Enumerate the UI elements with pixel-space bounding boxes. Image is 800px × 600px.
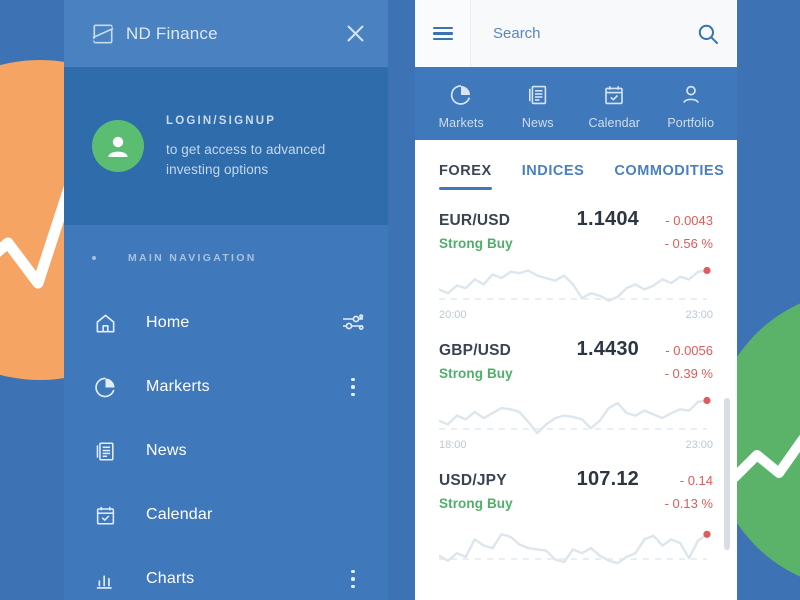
person-icon (679, 81, 703, 107)
quote-row[interactable]: EUR/USD 1.1404 - 0.0043 Strong Buy - 0.5… (415, 208, 737, 338)
kebab-menu-icon[interactable] (342, 569, 364, 589)
sidebar-item-label: Markerts (146, 378, 210, 395)
sparkline-svg (437, 266, 711, 302)
login-title: LOGIN/SIGNUP (166, 114, 277, 127)
sparkline-chart: 20:00 23:00 (437, 261, 713, 321)
sidebar-item-markets[interactable]: Markerts (64, 355, 388, 419)
bullet-icon (92, 256, 96, 260)
quote-row[interactable]: USD/JPY 107.12 - 0.14 Strong Buy - 0.13 … (415, 468, 737, 598)
quote-change: - 0.0043 (665, 213, 713, 228)
content-panel: FOREX INDICES COMMODITIES EUR/USD 1.1404… (415, 140, 737, 600)
app-screen: ND Finance LOGIN/SIGNUP to get access to… (0, 0, 800, 600)
sparkline-chart: 18:00 23:00 (437, 391, 713, 451)
user-avatar-icon (92, 120, 144, 172)
tab-label: Markets (438, 116, 484, 130)
quote-percent: - 0.13 % (664, 496, 713, 511)
sparkline-time-start: 18:00 (439, 439, 467, 451)
pie-chart-icon (449, 81, 473, 107)
quote-list: EUR/USD 1.1404 - 0.0043 Strong Buy - 0.5… (415, 202, 737, 598)
top-bar (415, 0, 737, 67)
quote-symbol: EUR/USD (439, 212, 511, 229)
sidebar-item-label: Calendar (146, 506, 213, 523)
quote-percent: - 0.39 % (664, 366, 713, 381)
sidebar-item-label: Charts (146, 570, 195, 587)
search-bar (471, 0, 737, 67)
right-panel: Markets News (415, 0, 737, 600)
sparkline-time-end: 23:00 (685, 439, 713, 451)
login-text-block: LOGIN/SIGNUP to get access to advanced i… (166, 113, 325, 180)
search-input[interactable] (493, 25, 695, 42)
quote-secondary-line: Strong Buy - 0.13 % (439, 496, 713, 511)
sparkline-chart (437, 521, 713, 581)
tab-commodities[interactable]: COMMODITIES (614, 140, 724, 202)
quote-price: 1.1404 (576, 208, 639, 230)
quote-change: - 0.14 (679, 473, 713, 488)
tab-label: News (521, 116, 554, 130)
vertical-scrollbar[interactable] (724, 398, 730, 550)
main-navigation: MAIN NAVIGATION Home Markerts News Calen… (64, 225, 388, 600)
tab-indices[interactable]: INDICES (522, 140, 585, 202)
sidebar-header: ND Finance (64, 0, 388, 67)
sidebar-item-charts[interactable]: Charts (64, 547, 388, 600)
sparkline-time-end: 23:00 (685, 309, 713, 321)
close-icon[interactable] (342, 21, 368, 47)
sidebar-item-label: Home (146, 314, 190, 331)
newspaper-icon (92, 440, 118, 463)
calendar-check-icon (602, 81, 626, 107)
nd-logo-icon (92, 23, 114, 44)
quote-row[interactable]: GBP/USD 1.4430 - 0.0056 Strong Buy - 0.3… (415, 338, 737, 468)
pie-chart-icon (92, 376, 118, 399)
nav-section-caption: MAIN NAVIGATION (64, 225, 388, 291)
calendar-check-icon (92, 504, 118, 527)
quote-price: 1.4430 (576, 338, 639, 360)
quote-primary-line: EUR/USD 1.1404 - 0.0043 (439, 208, 713, 231)
quote-symbol: USD/JPY (439, 472, 507, 489)
sparkline-svg (437, 396, 711, 435)
quote-percent: - 0.56 % (664, 236, 713, 251)
quote-secondary-line: Strong Buy - 0.39 % (439, 366, 713, 381)
tab-label: Portfolio (667, 116, 715, 130)
login-subtitle-line1: to get access to advanced (166, 141, 326, 157)
hamburger-menu-icon[interactable] (415, 0, 471, 67)
quote-primary-line: USD/JPY 107.12 - 0.14 (439, 468, 713, 491)
sliders-icon[interactable] (342, 314, 364, 332)
decorative-zigzag-right (735, 435, 800, 482)
quote-secondary-line: Strong Buy - 0.56 % (439, 236, 713, 251)
quote-symbol: GBP/USD (439, 342, 512, 359)
tab-news[interactable]: News (500, 67, 577, 140)
sparkline-time-start: 20:00 (439, 309, 467, 321)
sparkline-axis-labels: 20:00 23:00 (439, 309, 713, 321)
category-tabs: FOREX INDICES COMMODITIES (415, 140, 737, 202)
tab-forex[interactable]: FOREX (439, 140, 492, 202)
tab-label: Calendar (588, 116, 641, 130)
quote-change: - 0.0056 (665, 343, 713, 358)
primary-tab-strip: Markets News Calendar Portfolio (415, 67, 737, 140)
tab-portfolio[interactable]: Portfolio (653, 67, 730, 140)
quote-rating: Strong Buy (439, 236, 513, 251)
sidebar-item-label: News (146, 442, 187, 459)
quote-rating: Strong Buy (439, 496, 513, 511)
quote-primary-line: GBP/USD 1.4430 - 0.0056 (439, 338, 713, 361)
kebab-menu-icon[interactable] (342, 377, 364, 397)
sparkline-axis-labels: 18:00 23:00 (439, 439, 713, 451)
sidebar-item-news[interactable]: News (64, 419, 388, 483)
login-signup-banner[interactable]: LOGIN/SIGNUP to get access to advanced i… (64, 67, 388, 225)
sparkline-svg (437, 530, 711, 565)
nav-caption-label: MAIN NAVIGATION (128, 252, 257, 264)
sidebar-item-home[interactable]: Home (64, 291, 388, 355)
search-icon[interactable] (695, 21, 721, 47)
tab-markets[interactable]: Markets (423, 67, 500, 140)
brand-title: ND Finance (126, 23, 218, 43)
login-subtitle-line2: investing options (166, 161, 269, 177)
sidebar-item-calendar[interactable]: Calendar (64, 483, 388, 547)
bar-chart-icon (92, 568, 118, 591)
home-icon (92, 312, 118, 335)
quote-rating: Strong Buy (439, 366, 513, 381)
left-sidebar: ND Finance LOGIN/SIGNUP to get access to… (64, 0, 388, 600)
newspaper-icon (526, 81, 550, 107)
tab-calendar[interactable]: Calendar (576, 67, 653, 140)
quote-price: 107.12 (576, 468, 639, 490)
